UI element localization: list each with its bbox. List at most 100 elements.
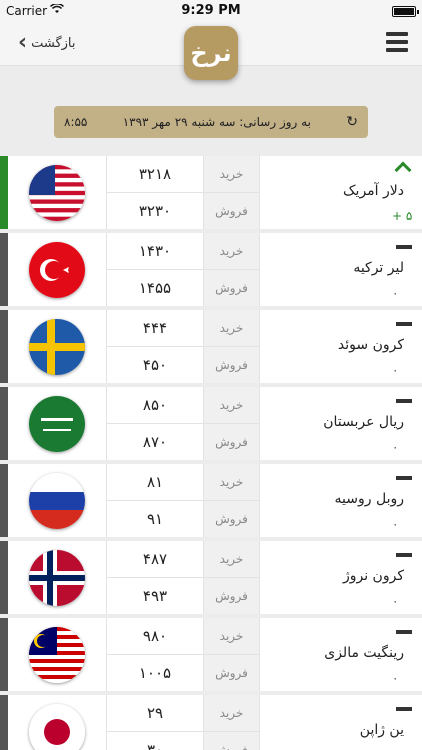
currency-name-cell: روبل روسیه ۰ xyxy=(260,464,422,537)
back-label: بازگشت xyxy=(31,35,76,51)
rate-values: ۸۱ ۹۱ xyxy=(106,464,204,537)
change-value: + ۵ xyxy=(392,209,413,223)
flag-cell xyxy=(8,541,106,614)
sell-value: ۱۴۵۵ xyxy=(107,269,203,306)
tr-flag-icon xyxy=(29,241,85,298)
menu-icon[interactable] xyxy=(386,32,408,56)
dash-icon xyxy=(394,391,414,411)
rate-labels: خرید فروش xyxy=(204,618,260,691)
refresh-icon[interactable]: ↻ xyxy=(346,114,358,130)
buy-label: خرید xyxy=(219,706,244,720)
my-flag-icon xyxy=(29,626,85,683)
currency-row[interactable]: ۴۴۴ ۴۵۰ خرید فروش کرون سوئد ۰ xyxy=(0,310,422,383)
currency-name: کرون سوئد xyxy=(337,337,404,353)
arrow-up-icon xyxy=(394,160,414,180)
se-flag-icon xyxy=(29,318,85,375)
trend-stripe xyxy=(0,156,8,229)
sell-value: ۹۱ xyxy=(107,500,203,537)
buy-value: ۱۴۳۰ xyxy=(138,242,172,260)
dash-icon xyxy=(394,699,414,719)
currency-name: روبل روسیه xyxy=(334,491,404,507)
trend-stripe xyxy=(0,464,8,537)
buy-value: ۲۹ xyxy=(146,704,164,722)
rate-labels: خرید فروش xyxy=(204,310,260,383)
sell-value: ۴۹۳ xyxy=(107,577,203,614)
update-bar[interactable]: ۸:۵۵ به روز رسانی: سه شنبه ۲۹ مهر ۱۳۹۳ ↻ xyxy=(54,106,368,138)
rate-labels: خرید فروش xyxy=(204,695,260,750)
flag-cell xyxy=(8,387,106,460)
rate-values: ۴۴۴ ۴۵۰ xyxy=(106,310,204,383)
sell-label: فروش xyxy=(204,269,259,306)
rate-labels: خرید فروش xyxy=(204,233,260,306)
buy-value: ۴۴۴ xyxy=(142,319,168,337)
sell-label: فروش xyxy=(204,346,259,383)
currency-name-cell: لیر ترکیه ۰ xyxy=(260,233,422,306)
back-button[interactable]: ‹ بازگشت xyxy=(18,32,76,54)
buy-label: خرید xyxy=(219,552,244,566)
buy-label: خرید xyxy=(219,244,244,258)
buy-label: خرید xyxy=(219,321,244,335)
currency-list: ۳۲۱۸ ۳۲۳۰ خرید فروش دلار آمریک + ۵ ۱۴۳۰ ۱۴۵۵ خری… xyxy=(0,156,422,750)
currency-row[interactable]: ۸۵۰ ۸۷۰ خرید فروش ریال عربستان ۰ xyxy=(0,387,422,460)
currency-name: ین ژاپن xyxy=(359,722,404,738)
buy-value: ۸۱ xyxy=(146,473,164,491)
sell-label: فروش xyxy=(204,192,259,229)
sell-label: فروش xyxy=(204,731,259,750)
currency-row[interactable]: ۱۴۳۰ ۱۴۵۵ خرید فروش لیر ترکیه ۰ xyxy=(0,233,422,306)
flag-cell xyxy=(8,464,106,537)
clock: 9:29 PM xyxy=(181,3,241,18)
rate-labels: خرید فروش xyxy=(204,156,260,229)
jp-flag-icon xyxy=(29,703,85,750)
chevron-left-icon: ‹ xyxy=(18,30,28,55)
trend-stripe xyxy=(0,541,8,614)
update-text: به روز رسانی: سه شنبه ۲۹ مهر ۱۳۹۳ xyxy=(123,115,311,129)
battery-icon xyxy=(392,6,419,17)
currency-name: دلار آمریک xyxy=(343,183,404,199)
no-flag-icon xyxy=(29,549,85,606)
rate-values: ۸۵۰ ۸۷۰ xyxy=(106,387,204,460)
sell-value: ۱۰۰۵ xyxy=(107,654,203,691)
currency-name: لیر ترکیه xyxy=(353,260,404,276)
buy-value: ۹۸۰ xyxy=(142,627,168,645)
rate-values: ۱۴۳۰ ۱۴۵۵ xyxy=(106,233,204,306)
dash-icon xyxy=(394,622,414,642)
flag-cell xyxy=(8,618,106,691)
buy-label: خرید xyxy=(219,629,244,643)
flag-cell xyxy=(8,233,106,306)
buy-value: ۸۵۰ xyxy=(142,396,168,414)
currency-row[interactable]: ۹۸۰ ۱۰۰۵ خرید فروش رینگیت مالزی ۰ xyxy=(0,618,422,691)
dash-icon xyxy=(394,545,414,565)
sell-label: فروش xyxy=(204,500,259,537)
currency-name-cell: کرون سوئد ۰ xyxy=(260,310,422,383)
flag-cell xyxy=(8,156,106,229)
trend-stripe xyxy=(0,618,8,691)
rate-values: ۲۹ ۳۰ xyxy=(106,695,204,750)
trend-stripe xyxy=(0,310,8,383)
currency-row[interactable]: ۸۱ ۹۱ خرید فروش روبل روسیه ۰ xyxy=(0,464,422,537)
currency-name-cell: ین ژاپن۰ xyxy=(260,695,422,750)
currency-name-cell: کرون نروژ ۰ xyxy=(260,541,422,614)
change-value: ۰ xyxy=(392,671,399,685)
change-value: ۰ xyxy=(392,363,399,377)
currency-name: کرون نروژ xyxy=(342,568,404,584)
app-logo: نرخ xyxy=(184,26,238,80)
navigation-bar: ‹ بازگشت نرخ xyxy=(0,22,422,80)
rate-values: ۳۲۱۸ ۳۲۳۰ xyxy=(106,156,204,229)
buy-label: خرید xyxy=(219,398,244,412)
trend-stripe xyxy=(0,387,8,460)
currency-name-cell: رینگیت مالزی ۰ xyxy=(260,618,422,691)
currency-row[interactable]: ۴۸۷ ۴۹۳ خرید فروش کرون نروژ ۰ xyxy=(0,541,422,614)
status-bar: Carrier 9:29 PM xyxy=(0,0,422,22)
change-value: ۰ xyxy=(392,594,399,608)
sell-label: فروش xyxy=(204,423,259,460)
rate-labels: خرید فروش xyxy=(204,541,260,614)
dash-icon xyxy=(394,468,414,488)
currency-row[interactable]: ۳۲۱۸ ۳۲۳۰ خرید فروش دلار آمریک + ۵ xyxy=(0,156,422,229)
currency-name-cell: دلار آمریک + ۵ xyxy=(260,156,422,229)
buy-label: خرید xyxy=(219,475,244,489)
sell-value: ۳۰ xyxy=(107,731,203,750)
currency-row[interactable]: ۲۹ ۳۰ خرید فروشین ژاپن۰ xyxy=(0,695,422,750)
sell-value: ۳۲۳۰ xyxy=(107,192,203,229)
change-value: ۰ xyxy=(392,440,399,454)
rate-values: ۴۸۷ ۴۹۳ xyxy=(106,541,204,614)
